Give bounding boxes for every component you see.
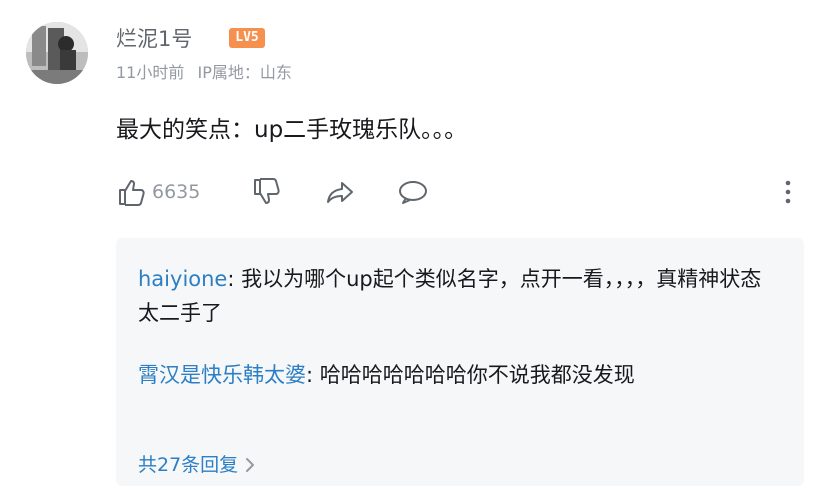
chevron-right-icon — [246, 458, 255, 472]
replies-preview: haiyione: 我以为哪个up起个类似名字，点开一看，，，，真精神状态太二手… — [116, 238, 804, 486]
share-arrow-icon — [327, 182, 353, 203]
comment-time: 11小时前 — [116, 63, 185, 82]
view-all-replies-link[interactable]: 共27条回复 — [138, 452, 256, 478]
reply-separator: : — [306, 363, 320, 387]
share-button[interactable] — [324, 174, 358, 210]
thumbs-up-icon — [119, 180, 145, 206]
comment-bubble-icon — [399, 181, 427, 204]
more-vertical-icon — [785, 180, 791, 204]
reply-button[interactable] — [396, 174, 430, 210]
like-button[interactable]: 6635 — [116, 174, 200, 210]
thumbs-down-icon — [254, 178, 280, 204]
comment-author[interactable]: 烂泥1号 — [116, 26, 192, 52]
more-button[interactable] — [776, 174, 800, 210]
like-count: 6635 — [152, 181, 201, 203]
reply-author[interactable]: 霄汉是快乐韩太婆 — [138, 363, 306, 387]
ip-location: IP属地：山东 — [197, 63, 292, 82]
reply-item[interactable]: 霄汉是快乐韩太婆: 哈哈哈哈哈哈哈你不说我都没发现 — [138, 358, 778, 392]
level-badge: LV5 — [229, 28, 265, 48]
comment-meta: 11小时前 IP属地：山东 — [116, 62, 292, 84]
comment-text: 最大的笑点：up二手玫瑰乐队。。。 — [116, 117, 468, 143]
reply-item[interactable]: haiyione: 我以为哪个up起个类似名字，点开一看，，，，真精神状态太二手… — [138, 262, 778, 330]
avatar-photo — [26, 22, 88, 84]
dislike-button[interactable] — [250, 174, 282, 210]
reply-separator: : — [227, 267, 242, 291]
comment-actions: 6635 — [116, 174, 806, 210]
reply-text: 哈哈哈哈哈哈哈你不说我都没发现 — [319, 363, 635, 387]
avatar[interactable] — [26, 22, 88, 84]
reply-author[interactable]: haiyione — [138, 267, 227, 291]
reply-total-label: 共27条回复 — [138, 454, 239, 476]
